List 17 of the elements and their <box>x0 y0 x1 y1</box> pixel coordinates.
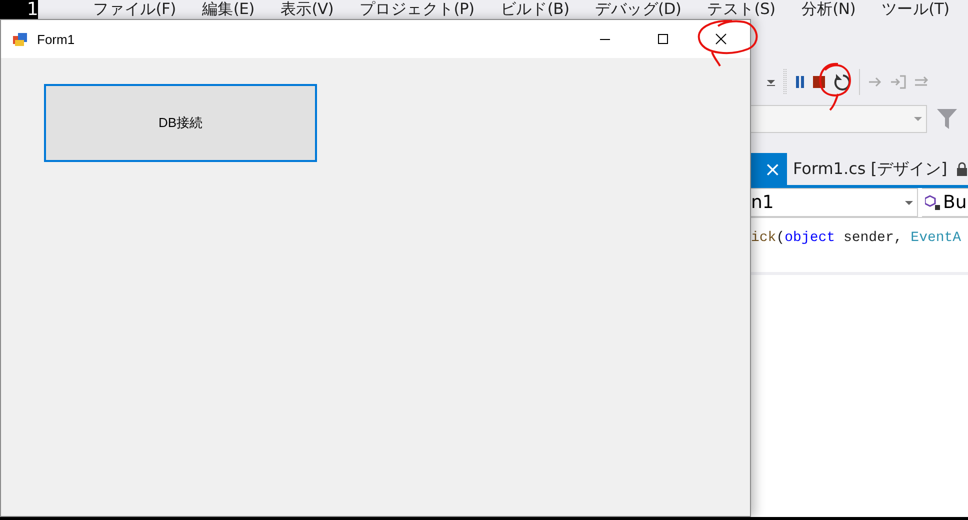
window-title: Form1 <box>37 32 76 46</box>
menu-item[interactable]: プロジェクト(P) <box>360 0 474 19</box>
close-tab-button[interactable]: × <box>764 157 781 181</box>
menu-item[interactable]: ファイル(F) <box>93 0 176 19</box>
menu-item[interactable]: ツール(T) <box>881 0 950 19</box>
class-dropdown[interactable]: n1 <box>751 188 918 217</box>
menu-item[interactable]: 表示(V) <box>280 0 334 19</box>
menu-item[interactable]: 分析(N) <box>801 0 856 19</box>
editor-tab[interactable]: × <box>751 153 787 185</box>
db-connect-button[interactable]: DB接続 <box>44 84 317 162</box>
member-dropdown[interactable]: Bu <box>922 188 968 217</box>
line-number: 1 <box>0 0 38 19</box>
menu-item[interactable]: デバッグ(D) <box>595 0 682 19</box>
code-line: ick(object sender, EventA <box>751 230 962 246</box>
menu-item[interactable]: 編集(E) <box>202 0 254 19</box>
menu-item[interactable]: ビルド(B) <box>500 0 570 19</box>
menu-item[interactable]: テスト(S) <box>707 0 776 19</box>
